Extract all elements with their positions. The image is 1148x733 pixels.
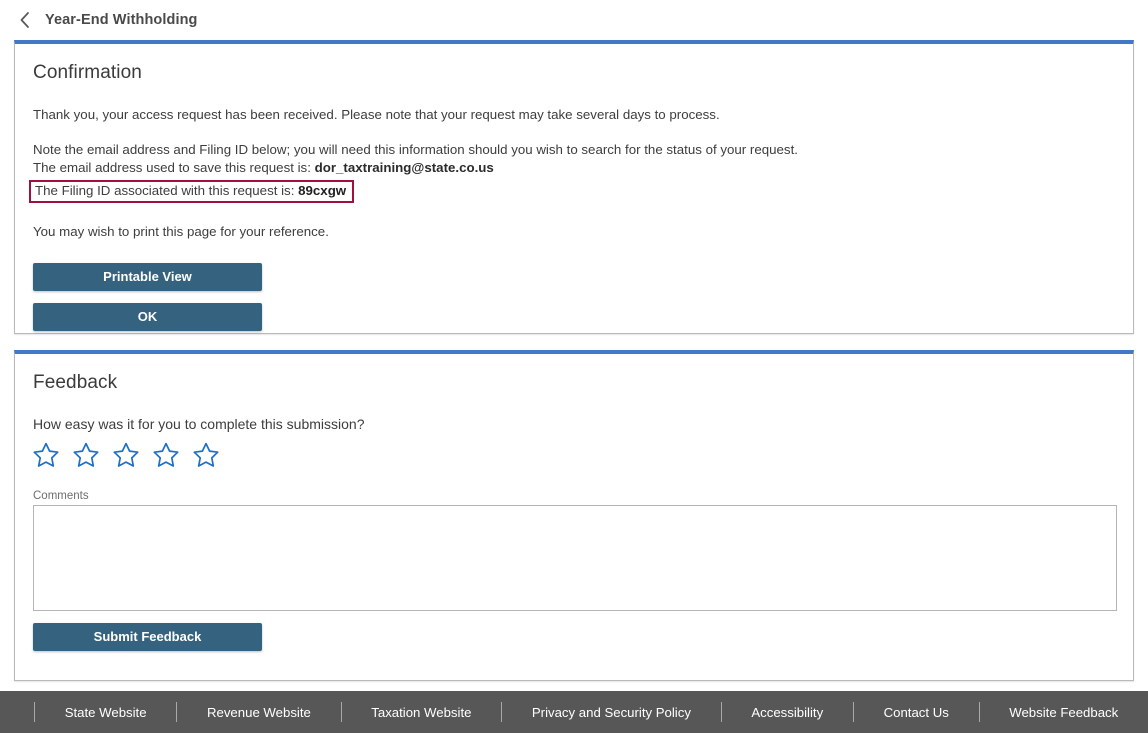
star-rating[interactable] (33, 442, 1115, 468)
feedback-card-body: Feedback How easy was it for you to comp… (15, 354, 1133, 651)
page-header: Year-End Withholding (0, 0, 1148, 40)
email-label: The email address used to save this requ… (33, 160, 311, 175)
confirmation-note-text: Note the email address and Filing ID bel… (33, 142, 798, 157)
ok-button[interactable]: OK (33, 303, 262, 331)
footer-link-taxation-website[interactable]: Taxation Website (342, 705, 502, 720)
feedback-card: Feedback How easy was it for you to comp… (14, 350, 1134, 681)
feedback-question: How easy was it for you to complete this… (33, 416, 365, 432)
feedback-heading: Feedback (33, 372, 118, 393)
star-2[interactable] (73, 442, 99, 468)
footer-link-contact-us[interactable]: Contact Us (854, 705, 979, 720)
star-5[interactable] (193, 442, 219, 468)
email-value: dor_taxtraining@state.co.us (314, 160, 494, 175)
footer-link-privacy-and-security-policy[interactable]: Privacy and Security Policy (502, 705, 720, 720)
star-3[interactable] (113, 442, 139, 468)
filing-id-value: 89cxgw (298, 183, 347, 198)
printable-view-button[interactable]: Printable View (33, 263, 262, 291)
star-4[interactable] (153, 442, 179, 468)
confirmation-card-body: Confirmation Thank you, your access requ… (15, 44, 1133, 331)
filing-id-highlight: The Filing ID associated with this reque… (29, 180, 355, 203)
confirmation-heading: Confirmation (33, 62, 142, 83)
footer-links: State Website Revenue Website Taxation Web… (0, 702, 1148, 722)
back-button[interactable] (14, 9, 36, 31)
comments-input[interactable] (33, 505, 1117, 611)
confirmation-email-line: The email address used to save this requ… (33, 159, 1115, 177)
chevron-left-icon (20, 12, 29, 28)
footer-link-accessibility[interactable]: Accessibility (722, 705, 853, 720)
site-footer: State Website Revenue Website Taxation Web… (0, 691, 1148, 733)
footer-link-website-feedback[interactable]: Website Feedback (980, 705, 1148, 720)
footer-link-state-website[interactable]: State Website (35, 705, 176, 720)
star-1[interactable] (33, 442, 59, 468)
comments-label: Comments (33, 490, 89, 502)
footer-link-revenue-website[interactable]: Revenue Website (177, 705, 340, 720)
submit-feedback-button[interactable]: Submit Feedback (33, 623, 262, 651)
filing-id-label: The Filing ID associated with this reque… (35, 183, 295, 198)
page-title: Year-End Withholding (45, 12, 198, 28)
confirmation-print-note: You may wish to print this page for your… (33, 224, 329, 239)
confirmation-card: Confirmation Thank you, your access requ… (14, 40, 1134, 334)
confirmation-thank-you-text: Thank you, your access request has been … (33, 107, 720, 122)
